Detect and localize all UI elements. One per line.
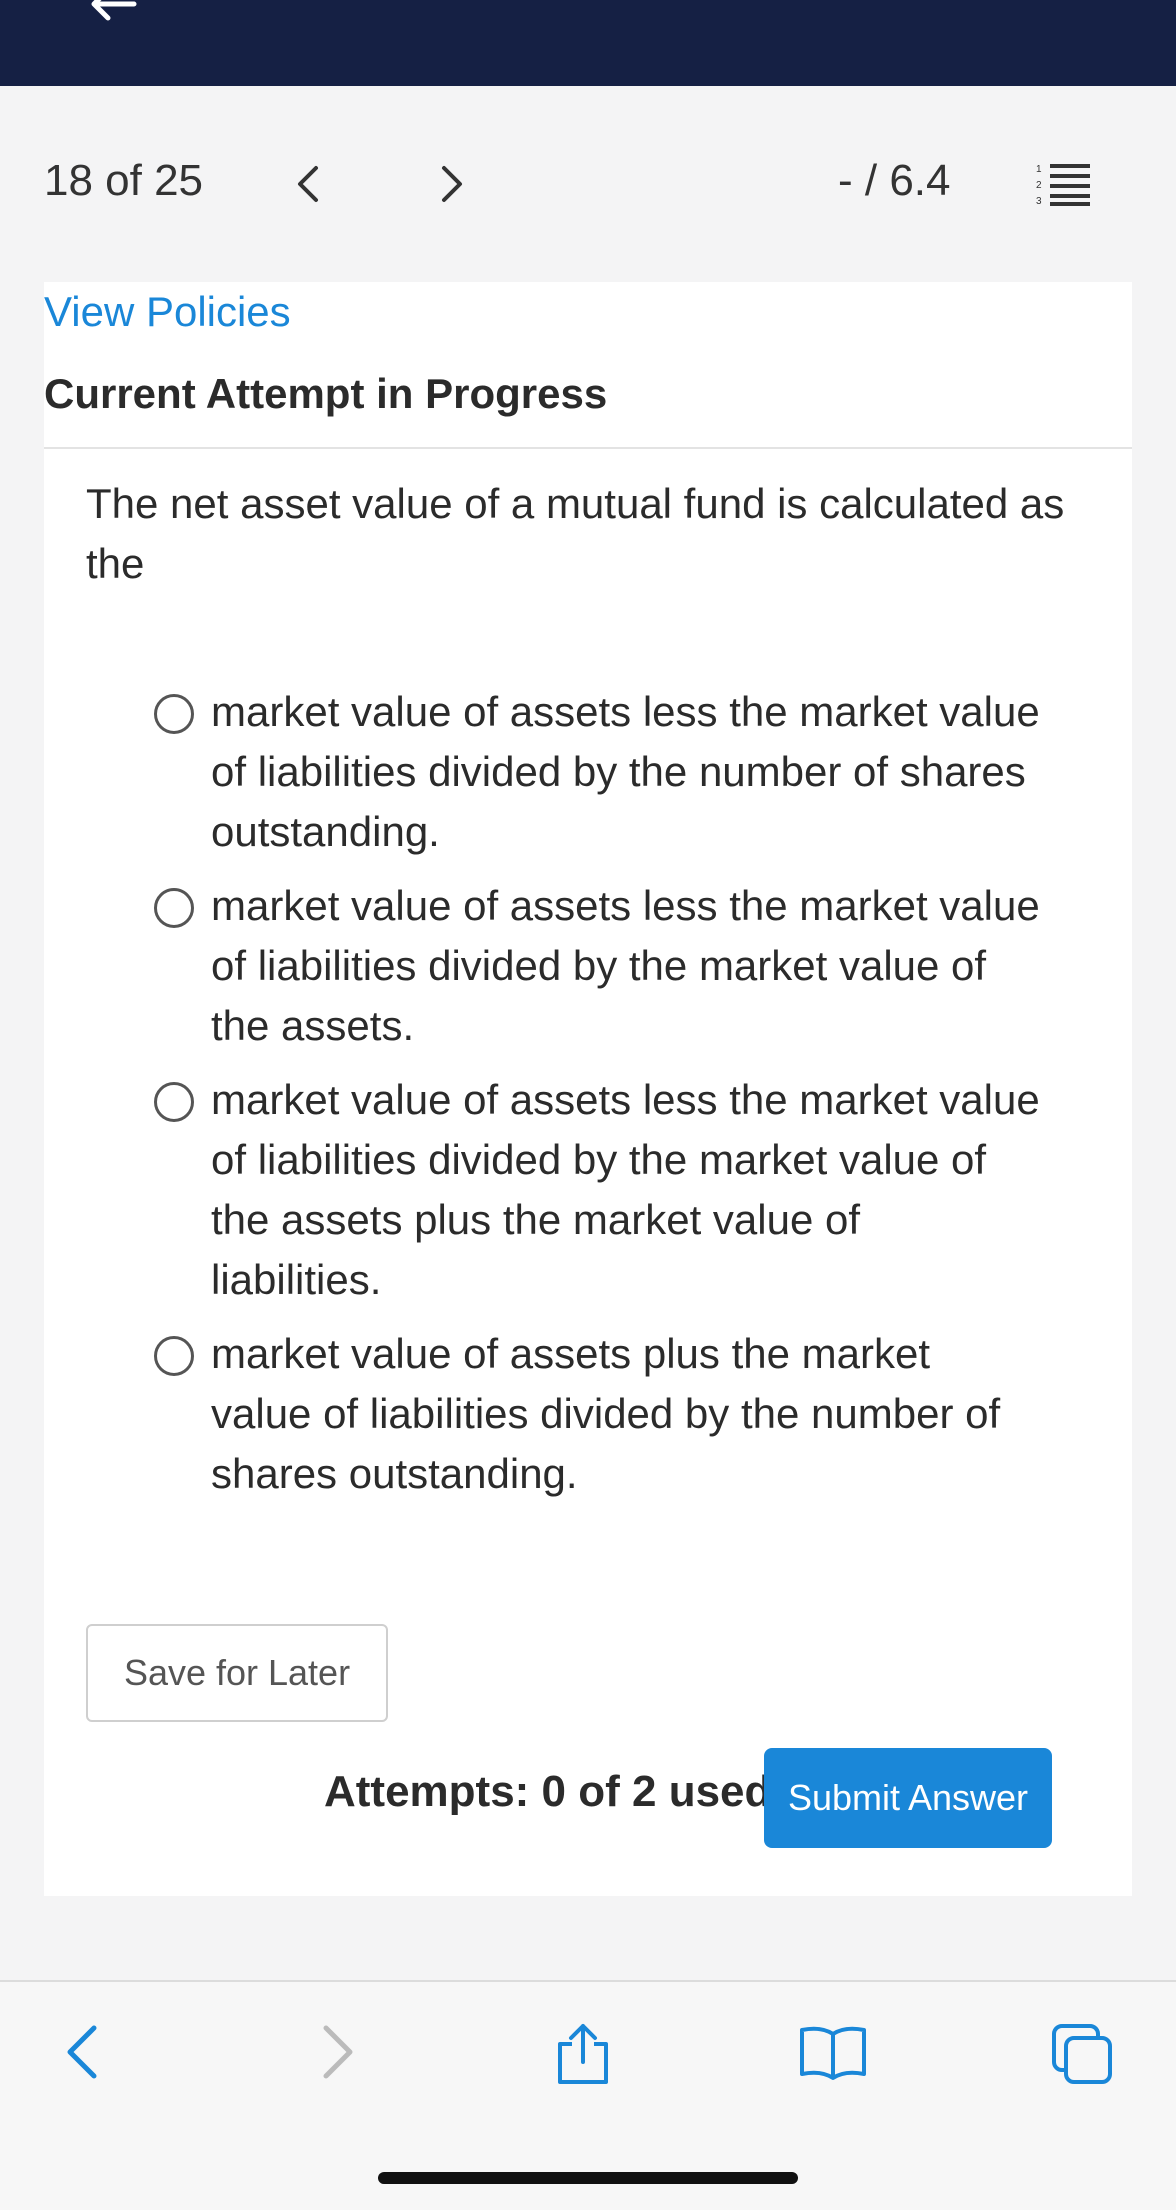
answer-option[interactable]: market value of assets less the market v… <box>154 876 1041 1056</box>
chevron-left-icon[interactable] <box>290 160 326 208</box>
question-counter: 18 of 25 <box>44 156 204 205</box>
question-text: The net asset value of a mutual fund is … <box>86 480 1065 587</box>
answer-option[interactable]: market value of assets less the market v… <box>154 1070 1041 1310</box>
share-icon[interactable] <box>554 2022 612 2086</box>
answer-options: market value of assets less the market v… <box>154 682 1054 1518</box>
radio-button[interactable] <box>154 694 194 734</box>
divider <box>44 447 1132 449</box>
svg-text:3: 3 <box>1036 196 1042 207</box>
forward-icon[interactable] <box>314 2022 362 2082</box>
radio-button[interactable] <box>154 888 194 928</box>
radio-button[interactable] <box>154 1082 194 1122</box>
arrow-left-icon[interactable] <box>84 0 140 34</box>
back-icon[interactable] <box>58 2022 106 2082</box>
bookmarks-icon[interactable] <box>798 2022 868 2082</box>
chevron-right-icon[interactable] <box>434 160 470 208</box>
answer-option-label: market value of assets less the market v… <box>211 882 1040 1049</box>
question-card: View Policies Current Attempt in Progres… <box>44 282 1132 1896</box>
answer-option-label: market value of assets less the market v… <box>211 688 1040 855</box>
view-policies-link[interactable]: View Policies <box>44 282 291 342</box>
save-for-later-button[interactable]: Save for Later <box>86 1624 388 1722</box>
tabs-icon[interactable] <box>1050 2022 1116 2088</box>
numbered-list-icon[interactable]: 1 2 3 <box>1034 160 1092 208</box>
answer-option[interactable]: market value of assets plus the market v… <box>154 1324 1041 1504</box>
submit-answer-button[interactable]: Submit Answer <box>764 1748 1052 1848</box>
attempt-status-title: Current Attempt in Progress <box>44 370 608 417</box>
svg-text:2: 2 <box>1036 180 1042 191</box>
answer-option-label: market value of assets less the market v… <box>211 1076 1040 1303</box>
radio-button[interactable] <box>154 1336 194 1376</box>
answer-option-label: market value of assets plus the market v… <box>211 1330 1001 1497</box>
attempts-count: Attempts: 0 of 2 used <box>324 1767 772 1816</box>
answer-option[interactable]: market value of assets less the market v… <box>154 682 1041 862</box>
app-header <box>0 0 1176 86</box>
svg-text:1: 1 <box>1036 164 1042 175</box>
score-display: - / 6.4 <box>838 156 951 205</box>
home-indicator <box>378 2172 798 2184</box>
